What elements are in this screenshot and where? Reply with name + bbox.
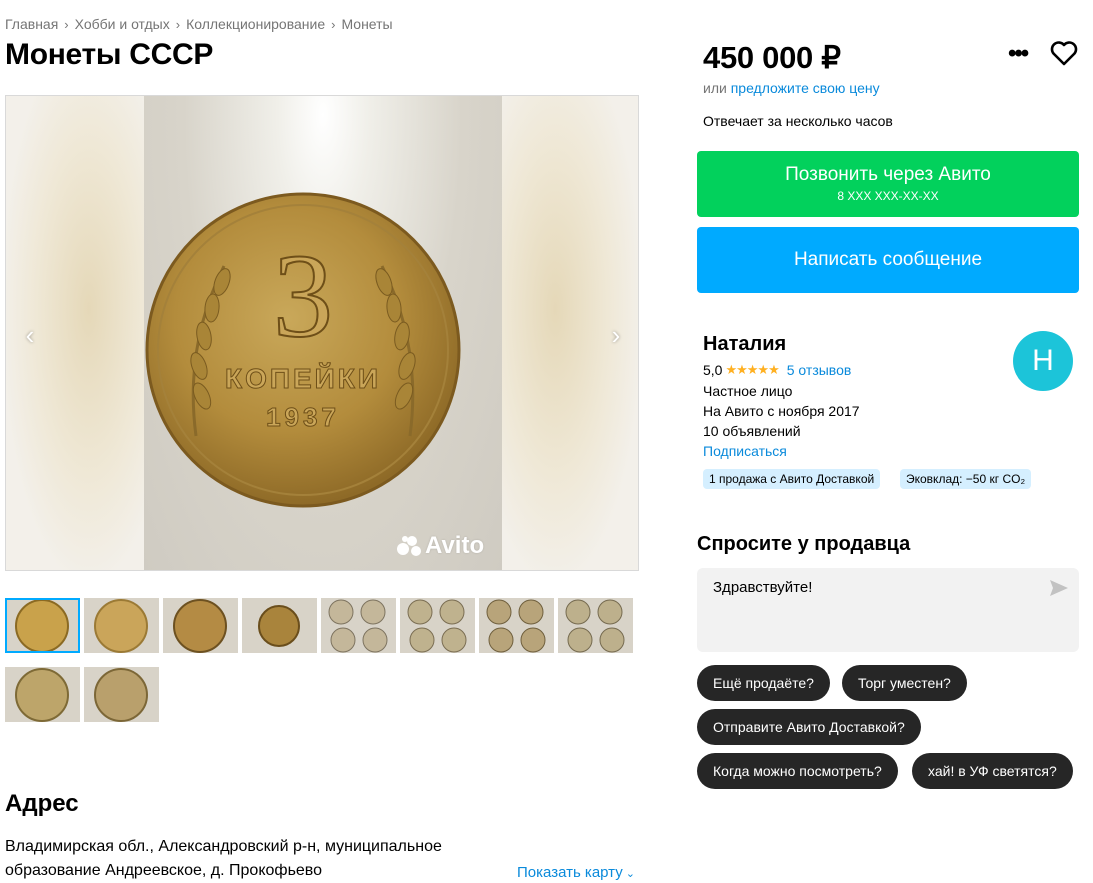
coin-thumbnail-image: [163, 598, 238, 653]
seller-type: Частное лицо: [703, 383, 793, 399]
coin-year: 1937: [266, 402, 340, 432]
avatar[interactable]: Н: [1013, 331, 1073, 391]
quick-reply-bargain[interactable]: Торг уместен?: [842, 665, 967, 701]
show-map-label: Показать карту: [517, 864, 623, 881]
coin-thumbnail-image: [321, 598, 396, 653]
thumbnail-3[interactable]: [163, 598, 238, 653]
seller-since: На Авито с ноября 2017: [703, 403, 860, 419]
message-input[interactable]: Здравствуйте!: [697, 568, 1079, 652]
offer-price-line: или предложите свою цену: [703, 80, 880, 96]
more-options-icon[interactable]: •••: [1008, 40, 1029, 68]
quick-reply-delivery[interactable]: Отправите Авито Доставкой?: [697, 709, 921, 745]
coin-thumbnail-image: [400, 598, 475, 653]
subscribe-link[interactable]: Подписаться: [703, 443, 787, 459]
coin-thumbnail-image: [242, 598, 317, 653]
coin-image: 3 КОПЕЙКИ 1937: [145, 192, 461, 508]
ask-seller-title: Спросите у продавца: [697, 533, 911, 555]
thumbnail-2[interactable]: [84, 598, 159, 653]
offer-prefix: или: [703, 80, 727, 96]
avito-logo-icon: [397, 536, 421, 556]
coin-thumbnail-image: [5, 598, 80, 653]
eco-badge[interactable]: Эковклад: −50 кг CO₂: [900, 469, 1032, 489]
thumbnail-8[interactable]: [558, 598, 633, 653]
coin-word: КОПЕЙКИ: [225, 362, 381, 394]
thumbnail-9[interactable]: [5, 667, 80, 722]
quick-reply-still-selling[interactable]: Ещё продаёте?: [697, 665, 830, 701]
rating-stars-icon: ★★★★★: [725, 362, 779, 377]
avito-watermark: Avito: [396, 532, 484, 560]
address-title: Адрес: [5, 790, 79, 817]
chevron-right-icon: ›: [331, 16, 336, 32]
reviews-link[interactable]: 5 отзывов: [787, 362, 852, 378]
offer-price-link[interactable]: предложите свою цену: [731, 80, 880, 96]
gallery-prev-arrow[interactable]: ‹: [18, 320, 42, 350]
quick-reply-uv[interactable]: хай! в УФ светятся?: [912, 753, 1073, 789]
write-message-button[interactable]: Написать сообщение: [697, 227, 1079, 293]
coin-thumbnail-image: [84, 598, 159, 653]
seller-ads-count[interactable]: 10 объявлений: [703, 423, 801, 439]
breadcrumb-home[interactable]: Главная: [5, 16, 58, 32]
seller-rating: 5,0 ★★★★★ 5 отзывов: [703, 362, 851, 378]
delivery-sales-badge[interactable]: 1 продажа с Авито Доставкой: [703, 469, 881, 489]
thumbnail-7[interactable]: [479, 598, 554, 653]
page-title: Монеты СССР: [5, 38, 214, 71]
seller-name[interactable]: Наталия: [703, 333, 786, 356]
call-button[interactable]: Позвонить через Авито 8 XXX XXX-XX-XX: [697, 151, 1079, 217]
thumbnail-1[interactable]: [5, 598, 80, 653]
thumbnail-6[interactable]: [400, 598, 475, 653]
chevron-right-icon: ›: [64, 16, 69, 32]
coin-denomination: 3: [273, 229, 333, 362]
coin-thumbnail-image: [5, 667, 80, 722]
thumbnail-5[interactable]: [321, 598, 396, 653]
image-gallery[interactable]: 3 КОПЕЙКИ 1937 ‹ › Avito: [5, 95, 639, 571]
coin-thumbnail-image: [84, 667, 159, 722]
coin-thumbnail-image: [558, 598, 633, 653]
thumbnail-4[interactable]: [242, 598, 317, 653]
chevron-right-icon: ›: [175, 16, 181, 32]
send-icon[interactable]: [1050, 580, 1068, 601]
coin-thumbnail-image: [479, 598, 554, 653]
price: 450 000 ₽: [703, 40, 841, 75]
favorite-heart-icon[interactable]: [1050, 40, 1078, 71]
main-photo[interactable]: 3 КОПЕЙКИ 1937: [144, 96, 502, 570]
chevron-down-icon: ⌄: [622, 868, 635, 880]
breadcrumb-collecting[interactable]: Коллекционирование: [186, 16, 325, 32]
reply-time: Отвечает за несколько часов: [703, 113, 893, 129]
thumbnail-10[interactable]: [84, 667, 159, 722]
watermark-text: Avito: [425, 532, 485, 559]
breadcrumb: Главная › Хобби и отдых › Коллекциониров…: [5, 16, 393, 32]
breadcrumb-hobby[interactable]: Хобби и отдых: [75, 16, 170, 32]
call-button-label: Позвонить через Авито: [785, 164, 991, 185]
rating-value: 5,0: [703, 362, 723, 378]
show-map-link[interactable]: Показать карту ⌄: [517, 864, 635, 881]
quick-reply-when-view[interactable]: Когда можно посмотреть?: [697, 753, 898, 789]
gallery-next-arrow[interactable]: ›: [604, 320, 628, 350]
address-text: Владимирская обл., Александровский р-н, …: [5, 838, 442, 879]
call-button-phone: 8 XXX XXX-XX-XX: [837, 189, 939, 203]
breadcrumb-coins[interactable]: Монеты: [341, 16, 392, 32]
